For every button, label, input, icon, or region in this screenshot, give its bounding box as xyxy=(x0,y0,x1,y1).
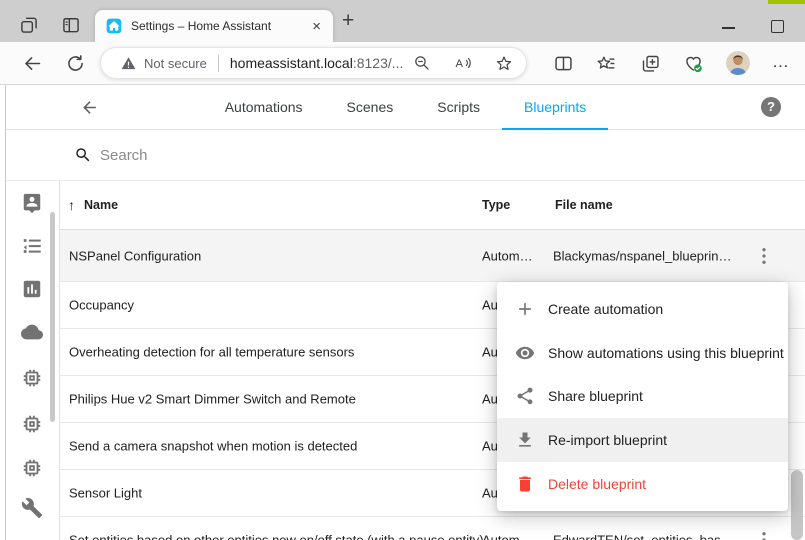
favorites-list-icon[interactable] xyxy=(596,53,617,74)
address-divider xyxy=(218,55,219,72)
search-input[interactable] xyxy=(100,130,600,180)
row-name: NSPanel Configuration xyxy=(69,248,201,263)
tab-close-icon[interactable]: × xyxy=(306,18,333,35)
menu-item-label: Share blueprint xyxy=(548,388,643,404)
url-host: homeassistant.local xyxy=(230,55,353,71)
tab-automations[interactable]: Automations xyxy=(203,85,325,130)
browser-window: Settings – Home Assistant × + Not secure… xyxy=(0,0,805,540)
screen-edge-sliver xyxy=(768,0,805,4)
sidebar-settings-wrench-icon[interactable] xyxy=(21,497,43,519)
row-name: Set entities based on other entities new… xyxy=(69,533,484,540)
security-label[interactable]: Not secure xyxy=(144,56,207,71)
browser-menu-icon[interactable]: … xyxy=(772,42,790,85)
svg-text:A: A xyxy=(456,58,464,70)
menu-item-share-blueprint[interactable]: Share blueprint xyxy=(497,375,788,419)
menu-item-show-automations[interactable]: Show automations using this blueprint xyxy=(497,331,788,375)
menu-item-create-automation[interactable]: Create automation xyxy=(497,287,788,331)
page-scrollbar[interactable] xyxy=(791,470,803,540)
home-assistant-favicon xyxy=(106,18,122,34)
help-icon[interactable]: ? xyxy=(761,97,781,117)
sort-ascending-icon[interactable]: ↑ xyxy=(68,181,75,230)
sidebar-map-person-icon[interactable] xyxy=(21,192,43,214)
window-maximize-button[interactable] xyxy=(771,20,784,33)
table-header: ↑ Name Type File name xyxy=(60,181,805,230)
menu-item-label: Delete blueprint xyxy=(548,476,646,492)
row-name: Overheating detection for all temperatur… xyxy=(69,345,354,360)
home-assistant-page: Automations Scenes Scripts Blueprints ? … xyxy=(0,85,805,540)
titlebar: Settings – Home Assistant × + xyxy=(0,0,805,42)
trash-icon xyxy=(515,474,535,494)
table-row[interactable]: NSPanel Configuration Autom… Blackymas/n… xyxy=(60,230,805,282)
browser-essentials-icon[interactable] xyxy=(683,53,704,74)
column-header-name[interactable]: Name xyxy=(84,181,118,230)
row-kebab-icon[interactable] xyxy=(757,247,771,265)
browser-tab[interactable]: Settings – Home Assistant × xyxy=(95,10,333,42)
browser-toolbar: Not secure homeassistant.local:8123/... … xyxy=(0,42,805,85)
refresh-icon[interactable] xyxy=(65,53,86,74)
avatar-photo xyxy=(726,51,750,75)
row-name: Philips Hue v2 Smart Dimmer Switch and R… xyxy=(69,392,356,407)
plus-icon xyxy=(515,299,535,319)
row-type: Autom… xyxy=(482,533,533,540)
row-name: Sensor Light xyxy=(69,486,142,501)
favorite-star-icon[interactable] xyxy=(495,54,513,72)
row-type: Autom… xyxy=(482,248,533,263)
new-tab-button[interactable]: + xyxy=(342,9,354,33)
sidebar-chip-icon-1[interactable] xyxy=(21,367,43,389)
collections-icon[interactable] xyxy=(640,53,661,74)
row-file: Blackymas/nspanel_blueprin… xyxy=(553,248,731,263)
tab-title: Settings – Home Assistant xyxy=(131,19,306,33)
sidebar-cloud-icon[interactable] xyxy=(21,321,43,343)
ha-header: Automations Scenes Scripts Blueprints ? xyxy=(6,85,805,130)
menu-item-label: Show automations using this blueprint xyxy=(548,345,784,361)
tab-blueprints[interactable]: Blueprints xyxy=(502,85,608,130)
browser-back-icon[interactable] xyxy=(22,53,43,74)
workspaces-icon[interactable] xyxy=(19,15,39,35)
sidebar-chip-icon-2[interactable] xyxy=(21,413,43,435)
search-icon xyxy=(74,146,92,164)
url-path: :8123/... xyxy=(353,55,404,71)
url-text[interactable]: homeassistant.local:8123/... xyxy=(230,55,404,71)
search-bar xyxy=(6,130,805,181)
row-name: Send a camera snapshot when motion is de… xyxy=(69,439,357,454)
not-secure-warning-icon xyxy=(121,56,136,71)
zoom-out-icon[interactable] xyxy=(413,54,431,72)
vertical-tabs-icon[interactable] xyxy=(61,15,81,35)
read-aloud-icon[interactable]: A xyxy=(454,54,472,72)
profile-avatar[interactable] xyxy=(726,51,750,75)
menu-item-label: Create automation xyxy=(548,301,663,317)
menu-item-reimport-blueprint[interactable]: Re-import blueprint xyxy=(497,418,788,462)
sidebar-history-icon[interactable] xyxy=(21,278,43,300)
share-icon xyxy=(515,386,535,406)
blueprint-context-menu: Create automation Show automations using… xyxy=(497,282,788,511)
eye-icon xyxy=(515,343,535,363)
tab-scenes[interactable]: Scenes xyxy=(325,85,416,130)
ha-nav-tabs: Automations Scenes Scripts Blueprints xyxy=(60,85,751,130)
menu-item-delete-blueprint[interactable]: Delete blueprint xyxy=(497,462,788,506)
tab-scripts[interactable]: Scripts xyxy=(415,85,502,130)
menu-item-label: Re-import blueprint xyxy=(548,432,667,448)
table-row[interactable]: Set entities based on other entities new… xyxy=(60,517,805,540)
split-screen-icon[interactable] xyxy=(553,53,574,74)
column-header-type[interactable]: Type xyxy=(482,181,510,230)
row-file: EdwardTEN/set_entities_bas… xyxy=(553,533,734,540)
address-bar[interactable]: Not secure homeassistant.local:8123/... … xyxy=(100,47,527,79)
column-header-file[interactable]: File name xyxy=(555,181,613,230)
row-kebab-icon[interactable] xyxy=(757,531,771,540)
sidebar-logbook-icon[interactable] xyxy=(21,235,43,257)
row-name: Occupancy xyxy=(69,298,134,313)
sidebar-scrollbar[interactable] xyxy=(50,212,55,422)
window-minimize-button[interactable] xyxy=(722,27,735,29)
sidebar-chip-icon-3[interactable] xyxy=(21,457,43,479)
download-icon xyxy=(515,430,535,450)
